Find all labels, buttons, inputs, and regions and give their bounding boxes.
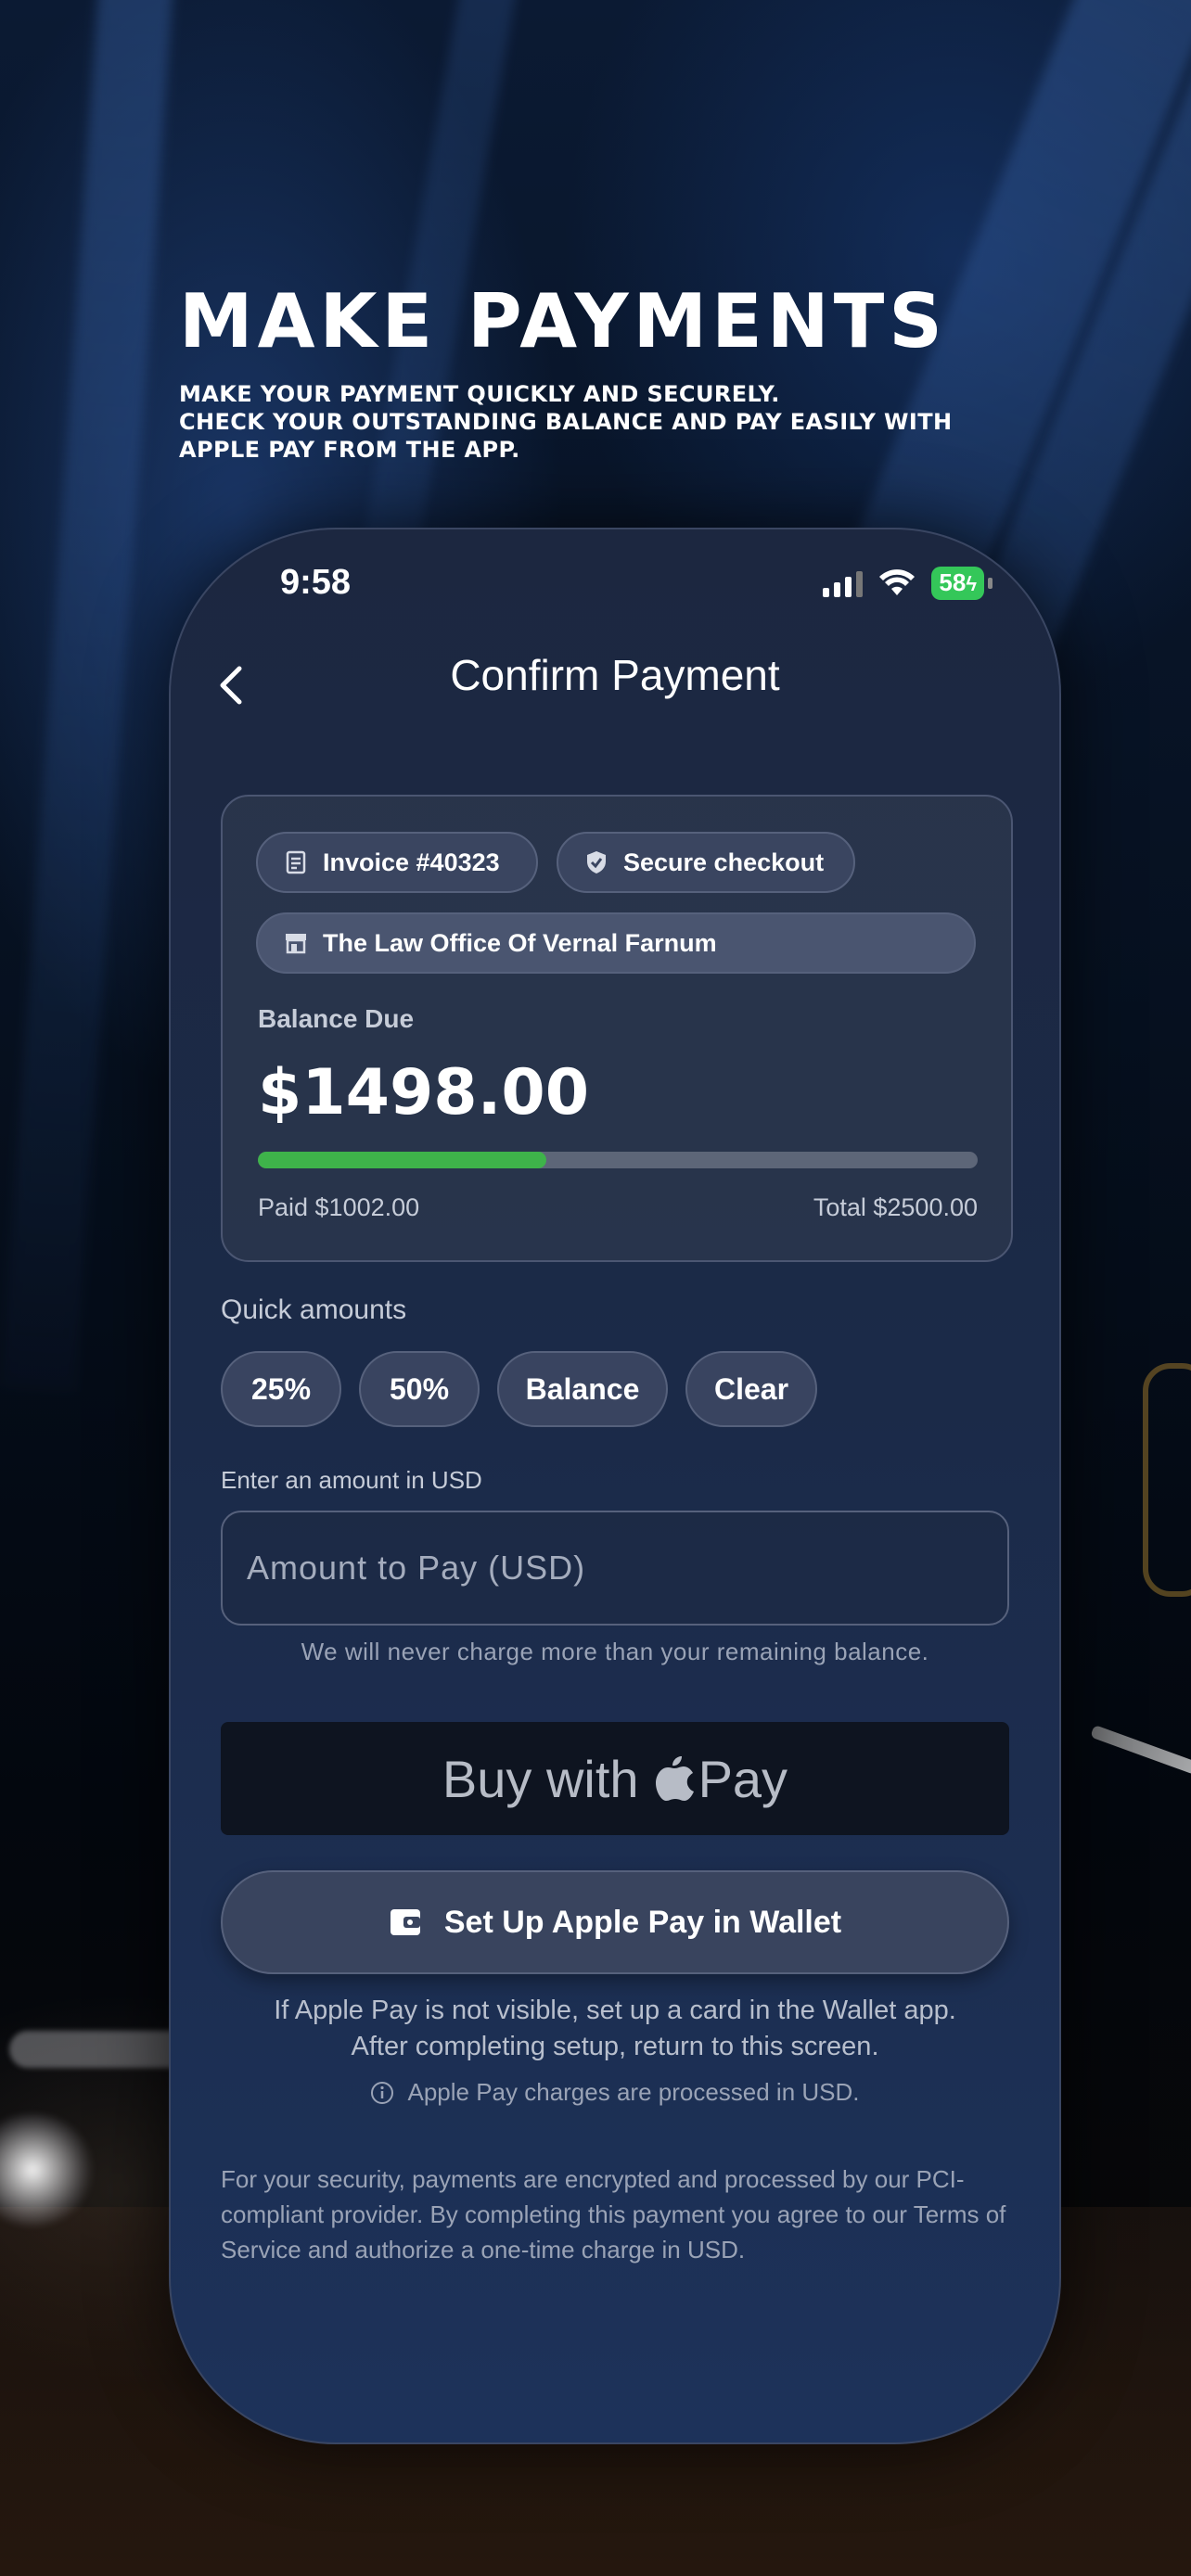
apple-pay-suffix: Pay <box>698 1749 788 1808</box>
battery-tip <box>988 578 992 589</box>
security-disclaimer: For your security, payments are encrypte… <box>221 2165 1006 2264</box>
status-time: 9:58 <box>280 563 352 602</box>
apple-pay-button[interactable]: Buy with Pay <box>221 1722 1009 1835</box>
battery-level: 58 <box>939 568 967 596</box>
wifi-icon <box>879 569 916 595</box>
quick-balance-button[interactable]: Balance <box>497 1351 668 1427</box>
secure-label: Secure checkout <box>623 848 825 876</box>
setup-apple-pay-wallet-button[interactable]: Set Up Apple Pay in Wallet <box>221 1870 1009 1974</box>
law-firm-name: The Law Office Of Vernal Farnum <box>323 928 717 957</box>
law-firm-chip: The Law Office Of Vernal Farnum <box>256 912 976 974</box>
payment-progress-bar <box>258 1152 978 1168</box>
hero-subtitle: MAKE YOUR PAYMENT QUICKLY AND SECURELY. … <box>179 380 1088 464</box>
quick-amounts-label: Quick amounts <box>221 1294 407 1325</box>
hero-title: MAKE PAYMENTS <box>179 278 947 364</box>
amount-hint: We will never charge more than your rema… <box>301 1638 929 1665</box>
paid-amount: Paid $1002.00 <box>258 1193 420 1221</box>
balance-label: Balance Due <box>258 1004 415 1033</box>
apple-pay-prefix: Buy with <box>442 1749 639 1808</box>
hero-subtitle-line: CHECK YOUR OUTSTANDING BALANCE AND PAY E… <box>179 409 953 435</box>
phone-frame: 9:58 58ϟ Confirm Payment Invoice #40323 … <box>169 528 1061 2444</box>
quick-50-percent-button[interactable]: 50% <box>359 1351 480 1427</box>
apple-logo-icon <box>655 1756 694 1801</box>
receipt-icon <box>282 848 310 876</box>
info-circle-icon <box>371 2081 394 2104</box>
quick-clear-button[interactable]: Clear <box>685 1351 817 1427</box>
light-beam <box>0 0 186 1392</box>
invoice-label: Invoice #40323 <box>323 848 500 876</box>
cellular-signal-icon <box>823 569 864 597</box>
status-icons: 58ϟ <box>823 567 992 600</box>
hero-subtitle-line: APPLE PAY FROM THE APP. <box>179 437 520 463</box>
payment-progress-fill <box>258 1152 547 1168</box>
shield-check-icon <box>583 848 610 876</box>
scale-rod <box>1090 1724 1191 1776</box>
invoice-chip: Invoice #40323 <box>256 832 538 893</box>
scale-chain <box>1143 1363 1191 1597</box>
balance-amount: $1498.00 <box>258 1056 590 1129</box>
amount-field-label: Enter an amount in USD <box>221 1466 482 1494</box>
total-amount: Total $2500.00 <box>813 1193 978 1221</box>
apple-pay-setup-info: If Apple Pay is not visible, set up a ca… <box>171 1993 1059 2065</box>
quick-25-percent-button[interactable]: 25% <box>221 1351 341 1427</box>
info-line: After completing setup, return to this s… <box>351 2032 879 2061</box>
wallet-button-label: Set Up Apple Pay in Wallet <box>443 1904 842 1940</box>
info-line: If Apple Pay is not visible, set up a ca… <box>274 1996 956 2025</box>
usd-notice: Apple Pay charges are processed in USD. <box>171 2078 1059 2107</box>
bokeh-light <box>9 2031 195 2068</box>
usd-notice-text: Apple Pay charges are processed in USD. <box>407 2078 860 2106</box>
balance-card: Invoice #40323 Secure checkout The Law O… <box>221 795 1013 1262</box>
battery-icon: 58ϟ <box>931 567 984 600</box>
secure-checkout-chip: Secure checkout <box>557 832 855 893</box>
amount-input[interactable] <box>221 1511 1009 1626</box>
hero-subtitle-line: MAKE YOUR PAYMENT QUICKLY AND SECURELY. <box>179 381 780 407</box>
page-title: Confirm Payment <box>450 651 780 699</box>
storefront-icon <box>282 929 310 957</box>
wallet-icon <box>389 1907 422 1937</box>
